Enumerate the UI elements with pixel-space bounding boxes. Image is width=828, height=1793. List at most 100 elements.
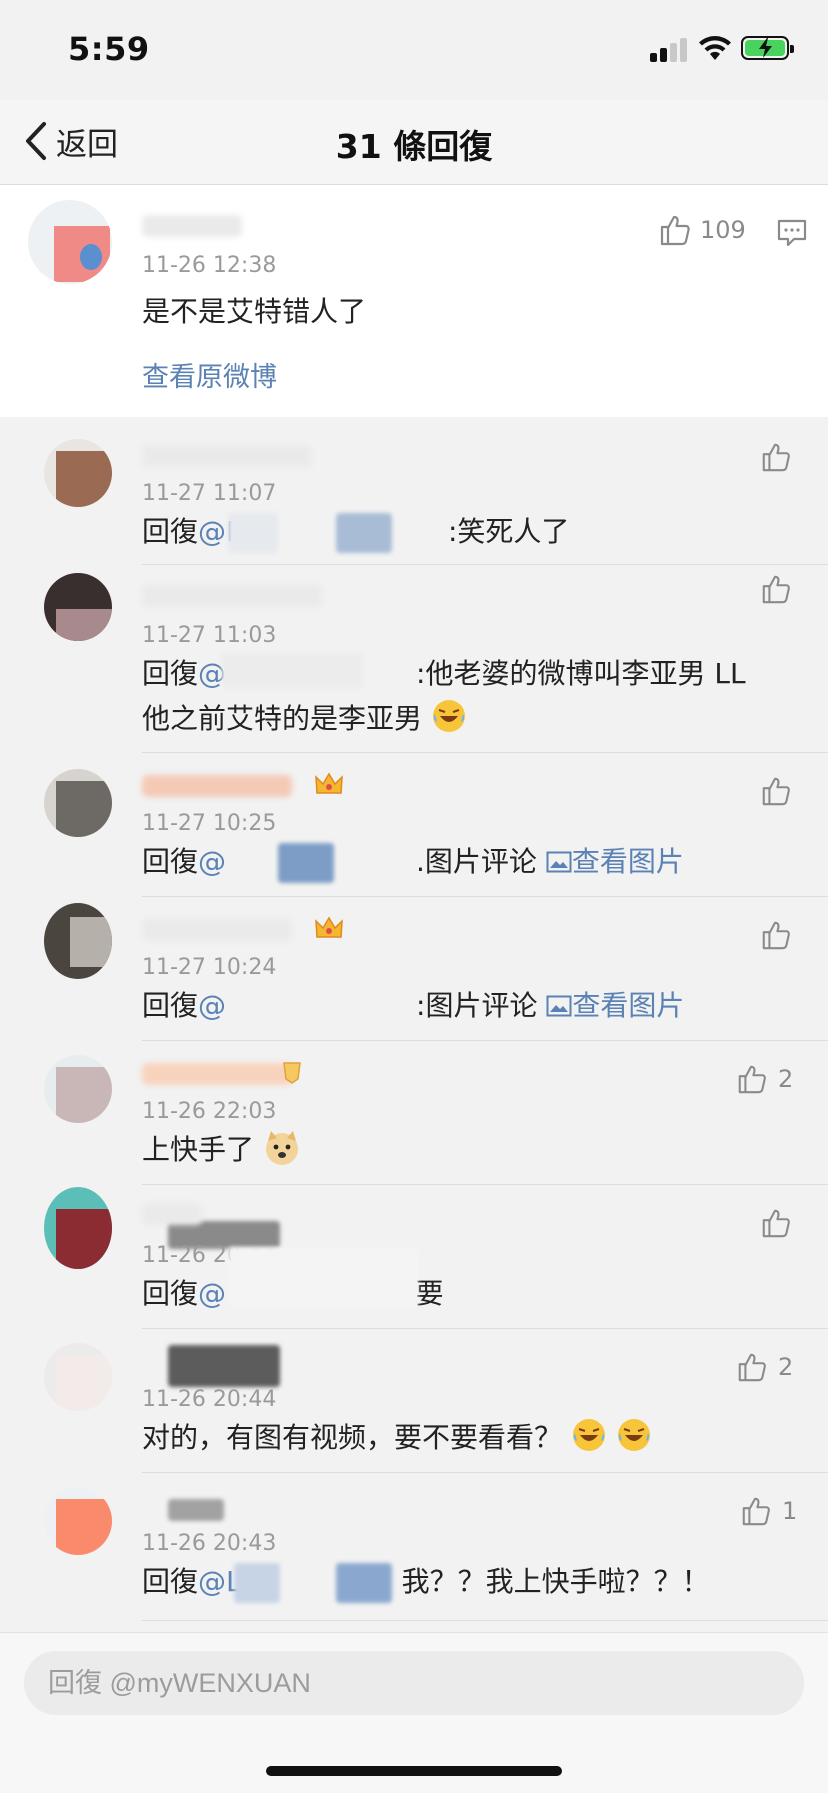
view-image-label: 查看图片 <box>571 845 684 878</box>
reply-prefix: 回復 <box>142 1277 199 1310</box>
reply-prefix: 回復 <box>142 845 199 878</box>
reply-prefix: 回復 <box>142 989 199 1022</box>
avatar[interactable] <box>44 1055 112 1123</box>
avatar[interactable] <box>44 1187 112 1269</box>
reply-item: 11-26 20:44 回復@:要 <box>0 1185 828 1329</box>
reply-time: 11-26 22:03 <box>142 1099 277 1124</box>
avatar[interactable] <box>44 1343 112 1411</box>
mention-link[interactable]: @ <box>198 989 226 1022</box>
username[interactable] <box>142 1203 202 1225</box>
reply-body: 对的，有图有视频，要不要看看？ <box>142 1421 563 1454</box>
mention-link[interactable]: @ <box>198 1277 226 1310</box>
thumbs-up-icon[interactable] <box>760 919 792 951</box>
reply-prefix: 回復 <box>142 515 199 548</box>
thumbs-up-icon[interactable] <box>760 1207 792 1239</box>
username[interactable] <box>142 1063 292 1085</box>
thumbs-up-icon <box>660 215 690 246</box>
nav-bar: 返回 31 條回復 <box>0 100 828 185</box>
comment-time: 11-26 12:38 <box>142 253 277 278</box>
reply-item: 11-27 10:25 回復@ .图片评论 查看图片 <box>0 753 828 897</box>
reply-time: 11-26 20:43 <box>142 1531 277 1556</box>
thumbs-up-icon[interactable] <box>736 1063 768 1095</box>
like-count: 2 <box>778 1353 794 1381</box>
cellular-signal-icon <box>650 36 690 62</box>
redaction-mask <box>234 1563 280 1603</box>
redaction-mask <box>336 513 392 553</box>
username[interactable] <box>142 775 292 797</box>
reply-item: 11-26 20:44 对的，有图有视频，要不要看看？ 2 <box>0 1329 828 1473</box>
doge-emoji-icon <box>265 1131 298 1165</box>
thumbs-up-icon[interactable] <box>760 775 792 807</box>
laughing-crying-emoji-icon <box>617 1419 650 1451</box>
avatar[interactable] <box>28 200 112 284</box>
username[interactable] <box>142 919 292 941</box>
redaction-mask <box>222 653 362 689</box>
reply-text: 回復@ .图片评论 查看图片 <box>142 839 684 884</box>
view-image-link[interactable]: 查看图片 <box>546 845 684 878</box>
reply-text: 上快手了 <box>142 1127 301 1172</box>
redaction-mask <box>336 1563 392 1603</box>
thumbs-up-icon[interactable] <box>760 573 792 605</box>
reply-item: 11-26 22:03 上快手了 2 <box>0 1041 828 1185</box>
like-count: 109 <box>700 216 746 244</box>
reply-time: 11-27 10:24 <box>142 955 277 980</box>
avatar[interactable] <box>44 573 112 641</box>
battery-icon <box>741 36 794 60</box>
status-time: 5:59 <box>68 30 150 68</box>
reply-text: 回復@ :图片评论 查看图片 <box>142 983 684 1028</box>
reply-item: 11-26 20:43 回復@L 我？？我上快手啦？？！ 1 <box>0 1473 828 1621</box>
crown-icon <box>315 772 343 794</box>
like-count: 2 <box>778 1065 794 1093</box>
reply-body: :图片评论 <box>416 989 538 1022</box>
redaction-mask <box>168 1499 224 1521</box>
badge-icon <box>283 1062 301 1084</box>
thumbs-up-icon[interactable] <box>760 441 792 473</box>
reply-time: 11-26 20:44 <box>142 1387 277 1412</box>
home-indicator[interactable] <box>266 1766 562 1776</box>
thumbs-up-icon[interactable] <box>740 1495 772 1527</box>
mention-link[interactable]: @ <box>198 845 226 878</box>
reply-text: 回復@L 我？？我上快手啦？？！ <box>142 1559 710 1604</box>
reply-item: 11-27 10:24 回復@ :图片评论 查看图片 <box>0 897 828 1041</box>
reply-body: 上快手了 <box>142 1133 255 1166</box>
username[interactable] <box>142 445 312 467</box>
like-button[interactable]: 109 <box>658 213 746 247</box>
redaction-mask <box>278 843 334 883</box>
reply-body: .图片评论 <box>416 845 537 878</box>
reply-time: 11-27 11:03 <box>142 623 277 648</box>
reply-item: 11-27 11:03 回復@:他老婆的微博叫李亚男 LL 他之前艾特的是李亚男 <box>0 565 828 753</box>
view-image-label: 查看图片 <box>572 989 685 1022</box>
reply-body: 我？？我上快手啦？？！ <box>401 1565 710 1598</box>
status-bar: 5:59 <box>0 0 828 100</box>
reply-body: :笑死人了 <box>447 515 570 548</box>
avatar[interactable] <box>44 439 112 507</box>
avatar[interactable] <box>44 903 112 979</box>
redaction-mask <box>228 513 278 553</box>
reply-input[interactable] <box>24 1651 804 1715</box>
reply-text: 对的，有图有视频，要不要看看？ <box>142 1415 652 1460</box>
reply-time: 11-27 10:25 <box>142 811 277 836</box>
redaction-mask <box>228 1247 418 1307</box>
thumbs-up-icon[interactable] <box>736 1351 768 1383</box>
redaction-mask <box>168 1345 280 1387</box>
avatar[interactable] <box>44 1487 112 1555</box>
reply-prefix: 回復 <box>142 1565 199 1598</box>
reply-time: 11-27 11:07 <box>142 481 277 506</box>
comment-text: 是不是艾特错人了 <box>142 295 367 328</box>
image-icon <box>546 995 572 1017</box>
wifi-icon <box>699 36 731 60</box>
image-icon <box>546 851 572 873</box>
username[interactable] <box>142 215 242 237</box>
laughing-crying-emoji-icon <box>572 1419 605 1451</box>
avatar[interactable] <box>44 769 112 837</box>
reply-item: 11-27 11:07 回復@Mi:笑死人了 <box>0 417 828 565</box>
crown-icon <box>315 916 343 938</box>
page-title: 31 條回復 <box>335 127 493 166</box>
view-original-link[interactable]: 查看原微博 <box>142 355 277 394</box>
comment-icon[interactable] <box>776 217 808 249</box>
username[interactable] <box>142 585 322 607</box>
view-image-link[interactable]: 查看图片 <box>546 989 684 1022</box>
reply-prefix: 回復 <box>142 657 199 690</box>
reply-body-line2: 他之前艾特的是李亚男 <box>142 702 423 735</box>
laughing-crying-emoji-icon <box>432 700 465 732</box>
